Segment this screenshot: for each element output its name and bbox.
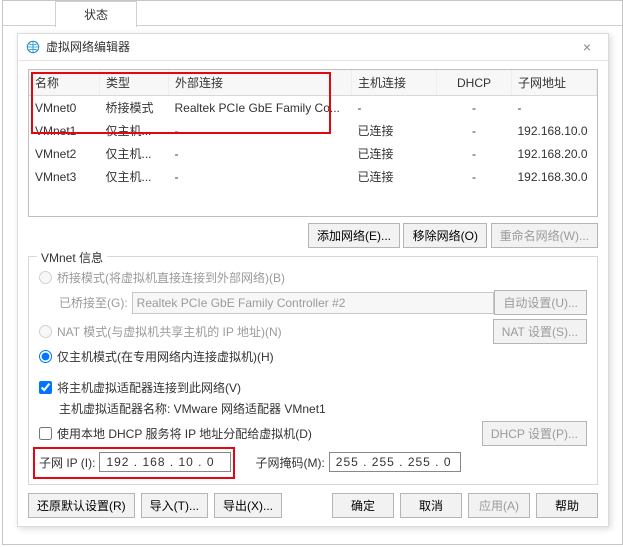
radio-bridge: 桥接模式(将虚拟机直接连接到外部网络)(B) [39,269,285,286]
cell-ext: - [169,119,352,142]
cell-dhcp: - [437,142,512,165]
row-hostadapter: 将主机虚拟适配器连接到此网络(V) [39,379,587,396]
subnet-ip-label: 子网 IP (I): [39,454,95,471]
row-subnet: 子网 IP (I): 192 . 168 . 10 . 0 子网掩码(M): 2… [39,452,587,472]
cell-subnet: 192.168.30.0 [512,165,597,188]
radio-hostonly-label: 仅主机模式(在专用网络内连接虚拟机)(H) [57,348,274,365]
network-globe-icon [26,40,40,54]
cell-subnet: - [512,96,597,120]
row-bridge: 桥接模式(将虚拟机直接连接到外部网络)(B) [39,269,587,286]
row-nat: NAT 模式(与虚拟机共享主机的 IP 地址)(N) NAT 设置(S)... [39,319,587,344]
ok-button[interactable]: 确定 [332,493,394,518]
chk-hostadapter-input[interactable] [39,381,52,394]
group-title: VMnet 信息 [37,249,107,266]
radio-hostonly-input[interactable] [39,350,52,363]
export-button[interactable]: 导出(X)... [214,493,282,518]
subnet-ip-input[interactable]: 192 . 168 . 10 . 0 [99,452,231,472]
add-network-button[interactable]: 添加网络(E)... [308,223,400,248]
main-window: 状态 虚拟网络编辑器 × 名称 类型 外部连接 主机连接 DH [2,0,623,545]
chk-dhcp-input[interactable] [39,427,52,440]
chk-hostadapter[interactable]: 将主机虚拟适配器连接到此网络(V) [39,379,241,396]
cell-type: 仅主机... [100,165,169,188]
vnet-editor-dialog: 虚拟网络编辑器 × 名称 类型 外部连接 主机连接 DHCP 子网地址 [17,33,609,527]
cell-type: 桥接模式 [100,96,169,120]
col-host[interactable]: 主机连接 [352,70,437,96]
col-type[interactable]: 类型 [100,70,169,96]
tab-status[interactable]: 状态 [55,1,137,27]
col-name[interactable]: 名称 [29,70,100,96]
vmnet-table: 名称 类型 外部连接 主机连接 DHCP 子网地址 VMnet0 桥接模式 Re [28,69,598,217]
subnet-mask-input[interactable]: 255 . 255 . 255 . 0 [329,452,461,472]
col-ext[interactable]: 外部连接 [169,70,352,96]
import-button[interactable]: 导入(T)... [141,493,208,518]
vmnet-info-group: VMnet 信息 桥接模式(将虚拟机直接连接到外部网络)(B) 已桥接至(G):… [28,256,598,485]
remove-network-button[interactable]: 移除网络(O) [403,223,487,248]
cell-subnet: 192.168.10.0 [512,119,597,142]
cell-name: VMnet3 [29,165,100,188]
cell-name: VMnet1 [29,119,100,142]
cell-host: - [352,96,437,120]
rename-network-button: 重命名网络(W)... [491,223,598,248]
chk-dhcp-label: 使用本地 DHCP 服务将 IP 地址分配给虚拟机(D) [57,425,312,442]
dialog-title: 虚拟网络编辑器 [46,34,574,60]
cell-ext: Realtek PCIe GbE Family Co... [169,96,352,120]
cell-name: VMnet2 [29,142,100,165]
table-row[interactable]: VMnet2 仅主机... - 已连接 - 192.168.20.0 [29,142,597,165]
row-bridge-to: 已桥接至(G): Realtek PCIe GbE Family Control… [59,290,587,315]
cell-dhcp: - [437,96,512,120]
cell-host: 已连接 [352,142,437,165]
help-button[interactable]: 帮助 [536,493,598,518]
row-dhcp: 使用本地 DHCP 服务将 IP 地址分配给虚拟机(D) DHCP 设置(P).… [39,421,587,446]
close-icon[interactable]: × [574,34,600,60]
bridge-to-label: 已桥接至(G): [59,294,128,311]
cell-ext: - [169,165,352,188]
title-bar: 虚拟网络编辑器 × [18,34,608,61]
table-row[interactable]: VMnet0 桥接模式 Realtek PCIe GbE Family Co..… [29,96,597,120]
chk-dhcp[interactable]: 使用本地 DHCP 服务将 IP 地址分配给虚拟机(D) [39,425,312,442]
table-row[interactable]: VMnet3 仅主机... - 已连接 - 192.168.30.0 [29,165,597,188]
table-row[interactable]: VMnet1 仅主机... - 已连接 - 192.168.10.0 [29,119,597,142]
row-hostonly: 仅主机模式(在专用网络内连接虚拟机)(H) [39,348,587,365]
radio-bridge-input [39,271,52,284]
tab-strip: 状态 [3,1,622,26]
cell-host: 已连接 [352,119,437,142]
radio-hostonly[interactable]: 仅主机模式(在专用网络内连接虚拟机)(H) [39,348,274,365]
cell-dhcp: - [437,119,512,142]
cell-type: 仅主机... [100,119,169,142]
cell-subnet: 192.168.20.0 [512,142,597,165]
cell-type: 仅主机... [100,142,169,165]
radio-nat: NAT 模式(与虚拟机共享主机的 IP 地址)(N) [39,323,282,340]
cell-dhcp: - [437,165,512,188]
nat-set-button: NAT 设置(S)... [493,319,587,344]
table-header-row: 名称 类型 外部连接 主机连接 DHCP 子网地址 [29,70,597,96]
cell-name: VMnet0 [29,96,100,120]
apply-button: 应用(A) [468,493,530,518]
bottom-bar: 还原默认设置(R) 导入(T)... 导出(X)... 确定 取消 应用(A) … [28,493,598,518]
row-hostadapter-name: 主机虚拟适配器名称: VMware 网络适配器 VMnet1 [59,400,587,417]
radio-nat-label: NAT 模式(与虚拟机共享主机的 IP 地址)(N) [57,323,282,340]
dhcp-set-button: DHCP 设置(P)... [482,421,587,446]
restore-defaults-button[interactable]: 还原默认设置(R) [28,493,135,518]
radio-nat-input [39,325,52,338]
chk-hostadapter-label: 将主机虚拟适配器连接到此网络(V) [57,379,241,396]
cell-ext: - [169,142,352,165]
cancel-button[interactable]: 取消 [400,493,462,518]
dialog-content: 名称 类型 外部连接 主机连接 DHCP 子网地址 VMnet0 桥接模式 Re [18,61,608,491]
hostadapter-name: 主机虚拟适配器名称: VMware 网络适配器 VMnet1 [59,400,326,417]
auto-set-button: 自动设置(U)... [494,290,587,315]
radio-bridge-label: 桥接模式(将虚拟机直接连接到外部网络)(B) [57,269,285,286]
col-dhcp[interactable]: DHCP [437,70,512,96]
net-buttons: 添加网络(E)... 移除网络(O) 重命名网络(W)... [28,223,598,248]
col-subnet[interactable]: 子网地址 [512,70,597,96]
bridge-to-value: Realtek PCIe GbE Family Controller #2 [132,292,495,314]
cell-host: 已连接 [352,165,437,188]
subnet-mask-label: 子网掩码(M): [255,454,324,471]
